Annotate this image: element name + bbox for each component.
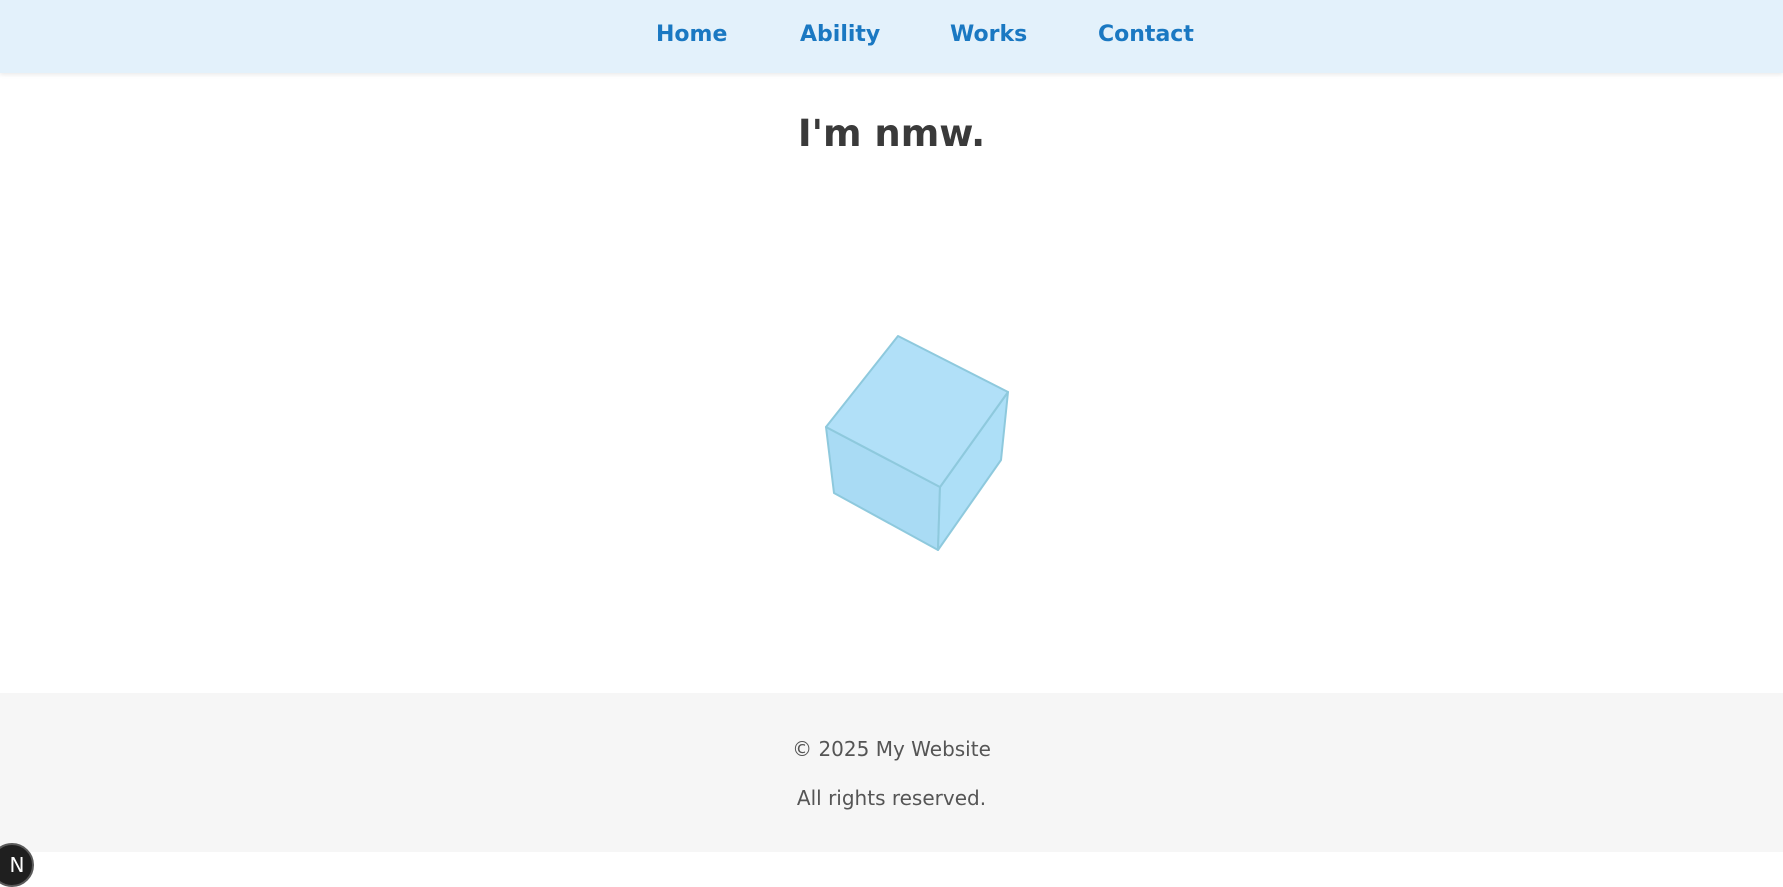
nav-link-ability[interactable]: Ability	[800, 22, 880, 47]
nav-link-home[interactable]: Home	[656, 22, 727, 47]
3d-cube-icon	[825, 335, 1009, 551]
page-title: I'm nmw.	[797, 112, 986, 155]
top-navigation: Home Ability Works Contact	[0, 0, 1783, 73]
copyright-text: © 2025 My Website	[792, 737, 991, 761]
nav-link-contact[interactable]: Contact	[1098, 22, 1194, 47]
nav-link-works[interactable]: Works	[950, 22, 1027, 47]
site-footer: © 2025 My Website All rights reserved.	[0, 693, 1783, 852]
rights-text: All rights reserved.	[796, 786, 987, 810]
